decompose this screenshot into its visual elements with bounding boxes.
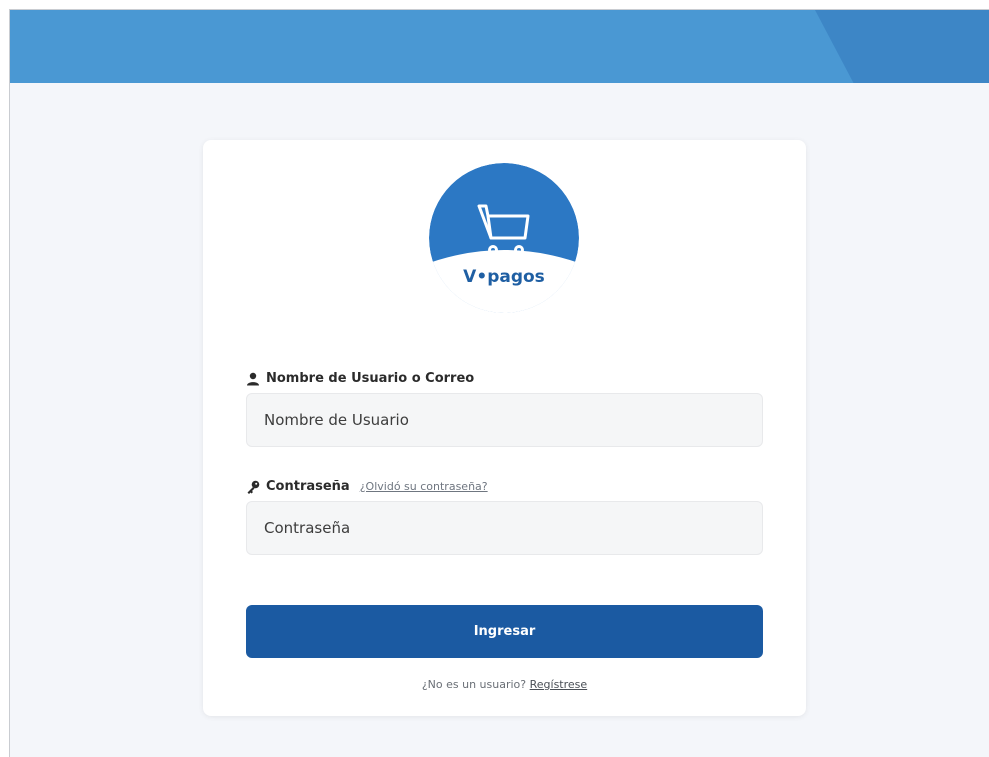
top-bar-accent xyxy=(815,10,989,83)
username-label: Nombre de Usuario o Correo xyxy=(246,371,474,386)
forgot-password-link[interactable]: ¿Olvidó su contraseña? xyxy=(360,480,488,493)
username-label-text: Nombre de Usuario o Correo xyxy=(266,371,475,386)
register-prompt: ¿No es un usuario? Regístrese xyxy=(203,678,806,691)
password-input[interactable] xyxy=(246,501,763,555)
logo-text: V•pagos xyxy=(463,267,545,287)
login-card: V•pagos Nombre de Usuario o Correo Contr… xyxy=(203,140,806,716)
password-label: Contraseña ¿Olvidó su contraseña? xyxy=(246,479,488,494)
password-label-text: Contraseña xyxy=(266,479,350,494)
login-button[interactable]: Ingresar xyxy=(246,605,763,658)
brand-logo: V•pagos xyxy=(429,163,579,313)
username-input[interactable] xyxy=(246,393,763,447)
register-link[interactable]: Regístrese xyxy=(530,678,588,691)
user-icon xyxy=(247,372,259,385)
top-bar xyxy=(10,10,989,83)
register-prompt-text: ¿No es un usuario? xyxy=(421,678,527,691)
logo-graphic xyxy=(429,163,579,313)
key-icon xyxy=(247,480,260,494)
page-frame: V•pagos Nombre de Usuario o Correo Contr… xyxy=(9,9,989,757)
